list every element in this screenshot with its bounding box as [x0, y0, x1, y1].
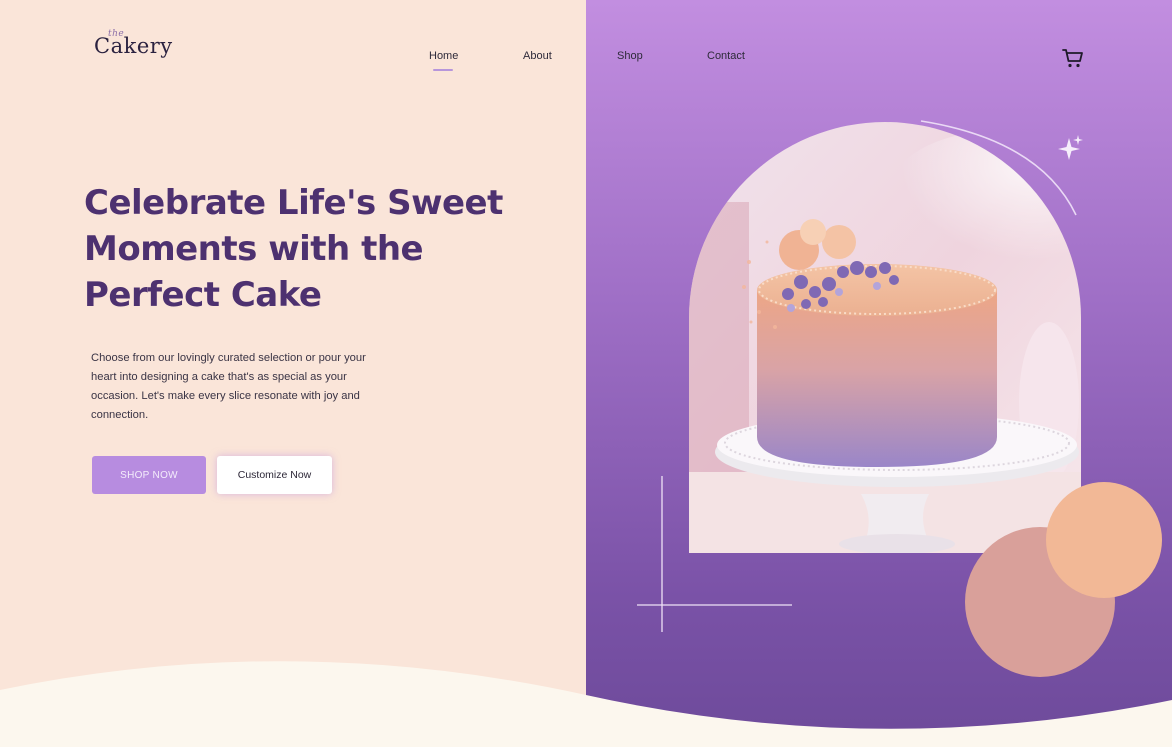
nav-about-link[interactable]: About [523, 50, 552, 62]
shopping-cart-icon[interactable] [1061, 46, 1085, 70]
shop-now-button[interactable]: SHOP NOW [92, 456, 206, 494]
brand-logo[interactable]: the Cakery [94, 29, 173, 58]
nav-home-link[interactable]: Home [429, 50, 458, 71]
nav-shop-link[interactable]: Shop [617, 50, 643, 62]
customize-now-button[interactable]: Customize Now [217, 456, 332, 494]
nav-contact-link[interactable]: Contact [707, 50, 745, 62]
hero-headline: Celebrate Life's Sweet Moments with the … [84, 183, 503, 315]
hero-description: Choose from our lovingly curated selecti… [91, 352, 366, 421]
